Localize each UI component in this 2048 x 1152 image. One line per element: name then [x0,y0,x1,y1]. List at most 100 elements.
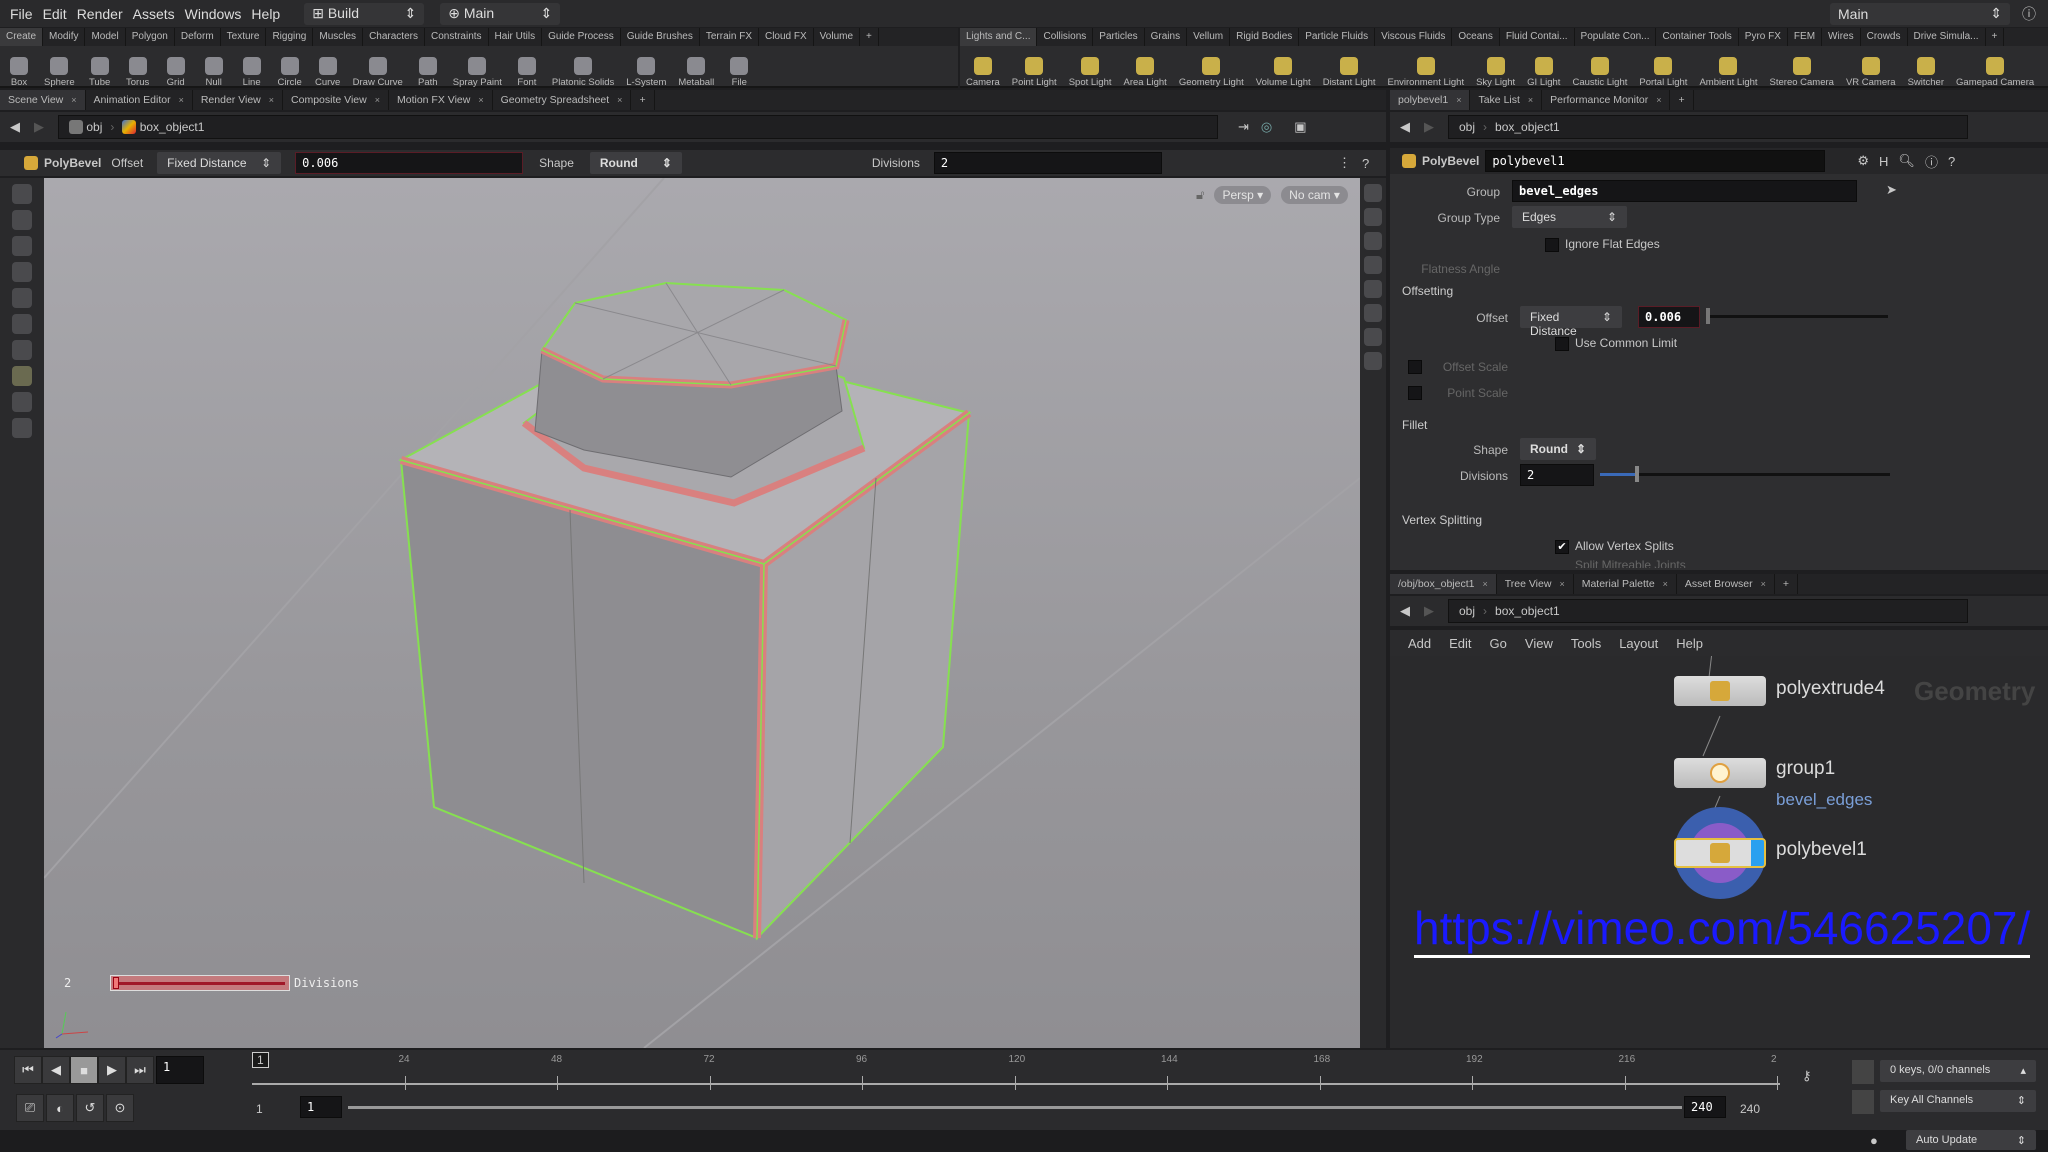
tool-torus[interactable]: Torus [119,57,157,88]
view-tool-icon[interactable] [12,366,32,386]
back-arrow-icon[interactable]: ◀ [1400,603,1410,619]
node-polyextrude4[interactable] [1674,676,1766,706]
key-icon[interactable]: ⚷ [1802,1068,1812,1084]
add-shelf-tab-icon[interactable]: + [1986,28,2005,46]
close-tab-icon[interactable]: × [71,95,76,105]
path-breadcrumb[interactable]: obj › box_object1 [58,115,1218,139]
shelf-tab-wires[interactable]: Wires [1822,28,1861,46]
close-tab-icon[interactable]: × [617,95,622,105]
pane-tab-geometry-spreadsheet[interactable]: Geometry Spreadsheet × [493,90,632,110]
range-slider[interactable] [348,1106,1682,1109]
lock-icon[interactable]: 🔓︎ [1196,187,1204,203]
ignore-flat-checkbox[interactable] [1545,238,1559,252]
pane-tab-composite-view[interactable]: Composite View × [283,90,389,110]
shelf-tab-populate-con[interactable]: Populate Con... [1575,28,1657,46]
group-input[interactable]: bevel_edges [1512,180,1857,202]
tool-path[interactable]: Path [409,57,447,88]
tool-tube[interactable]: Tube [81,57,119,88]
tool-distant-light[interactable]: Distant Light [1317,57,1382,88]
display-shading-icon[interactable] [1364,184,1382,202]
pane-tab-take-list[interactable]: Take List × [1470,90,1543,110]
path-root[interactable]: obj [86,120,102,134]
network-menu-edit[interactable]: Edit [1449,636,1471,651]
shelf-tab-terrain-fx[interactable]: Terrain FX [700,28,759,46]
path-node[interactable]: box_object1 [1495,604,1560,618]
shelf-tab-lights-and-c[interactable]: Lights and C... [960,28,1038,46]
add-tab-icon[interactable]: + [1775,574,1799,594]
tool-spot-light[interactable]: Spot Light [1063,57,1118,88]
close-tab-icon[interactable]: × [478,95,483,105]
pane-tab-animation-editor[interactable]: Animation Editor × [86,90,193,110]
rotate-tool-icon[interactable] [12,236,32,256]
network-menu-layout[interactable]: Layout [1619,636,1658,651]
help-icon[interactable]: ? [1948,154,1955,169]
brush-tool-icon[interactable] [12,340,32,360]
shelf-tab-collisions[interactable]: Collisions [1037,28,1094,46]
shelf-tab-drive-simula[interactable]: Drive Simula... [1908,28,1986,46]
close-tab-icon[interactable]: × [1761,579,1766,589]
vertex-splitting-section[interactable]: Vertex Splitting [1402,513,1482,527]
offset-mode-select[interactable]: Fixed Distance ⇕ [1520,306,1622,338]
tool-vr-camera[interactable]: VR Camera [1840,57,1902,88]
tool-geometry-light[interactable]: Geometry Light [1173,57,1250,88]
node-name-input[interactable]: polybevel1 [1485,150,1826,172]
tool-curve[interactable]: Curve [309,57,347,88]
offset-slider[interactable] [1706,308,1888,324]
path-root[interactable]: obj [1459,120,1475,134]
divisions-ladder-handle[interactable] [110,975,290,991]
playback-options-icon[interactable]: ⊙ [106,1094,134,1122]
forward-arrow-icon[interactable]: ▶ [34,119,44,135]
tool-font[interactable]: Font [508,57,546,88]
range-end-input[interactable]: 240 [1684,1096,1726,1118]
tool-box[interactable]: Box [0,57,38,88]
lock-camera-icon[interactable] [1364,232,1382,250]
tool-gamepad-camera[interactable]: Gamepad Camera [1950,57,2040,88]
play-button[interactable]: ▶ [98,1056,126,1084]
range-end[interactable]: 240 [1740,1102,1760,1116]
loop-icon[interactable]: ↺ [76,1094,104,1122]
shelf-tab-deform[interactable]: Deform [175,28,221,46]
fillet-section[interactable]: Fillet [1402,418,1427,432]
channel-list-icon[interactable] [1852,1060,1874,1084]
path-node[interactable]: box_object1 [1495,120,1560,134]
move-tool-icon[interactable] [12,210,32,230]
shelf-tab-fem[interactable]: FEM [1788,28,1823,46]
network-menu-view[interactable]: View [1525,636,1553,651]
grid-icon[interactable] [1364,352,1382,370]
tool-sky-light[interactable]: Sky Light [1470,57,1521,88]
gear-icon[interactable]: ⚙ [1857,153,1869,169]
menu-render[interactable]: Render [77,6,123,22]
3d-viewport[interactable]: 🔓︎ Persp ▾ No cam ▾ 2 Divisions [44,178,1360,1048]
shelf-tab-viscous-fluids[interactable]: Viscous Fluids [1375,28,1453,46]
path-root[interactable]: obj [1459,604,1475,618]
pane-tab-scene-view[interactable]: Scene View × [0,90,86,110]
shelf-tab-cloud-fx[interactable]: Cloud FX [759,28,814,46]
network-editor[interactable]: Geometry polyextrude4 group1 bevel_edges… [1390,656,2048,1048]
shelf-tab-constraints[interactable]: Constraints [425,28,489,46]
update-mode-select[interactable]: Auto Update ⇕ [1906,1130,2036,1150]
pane-tab-polybevel1[interactable]: polybevel1 × [1390,90,1471,110]
shelf-tab-characters[interactable]: Characters [363,28,425,46]
divisions-slider[interactable] [1600,466,1890,482]
no-cam-menu[interactable]: No cam ▾ [1281,186,1348,204]
select-arrow-icon[interactable]: ➤ [1886,182,1897,198]
frame-input[interactable]: 1 [156,1056,204,1084]
tool-metaball[interactable]: Metaball [672,57,720,88]
tool-ambient-light[interactable]: Ambient Light [1693,57,1763,88]
close-tab-icon[interactable]: × [1482,579,1487,589]
tool-null[interactable]: Null [195,57,233,88]
shelf-tab-grains[interactable]: Grains [1145,28,1188,46]
shelf-tab-create[interactable]: Create [0,28,44,46]
close-tab-icon[interactable]: × [1663,579,1668,589]
tool-file[interactable]: File [720,57,758,88]
offset-mode-select[interactable]: Fixed Distance ⇕ [157,152,282,174]
pane-tab-performance-monitor[interactable]: Performance Monitor × [1542,90,1671,110]
pane-tab-tree-view[interactable]: Tree View × [1497,574,1574,594]
shelf-tab-particle-fluids[interactable]: Particle Fluids [1299,28,1376,46]
add-tab-icon[interactable]: + [631,90,655,110]
tool-sphere[interactable]: Sphere [38,57,81,88]
close-tab-icon[interactable]: × [1528,95,1533,105]
range-start-input[interactable]: 1 [300,1096,342,1118]
shelf-tab-polygon[interactable]: Polygon [126,28,175,46]
audio-icon[interactable]: ◐ [46,1094,74,1122]
